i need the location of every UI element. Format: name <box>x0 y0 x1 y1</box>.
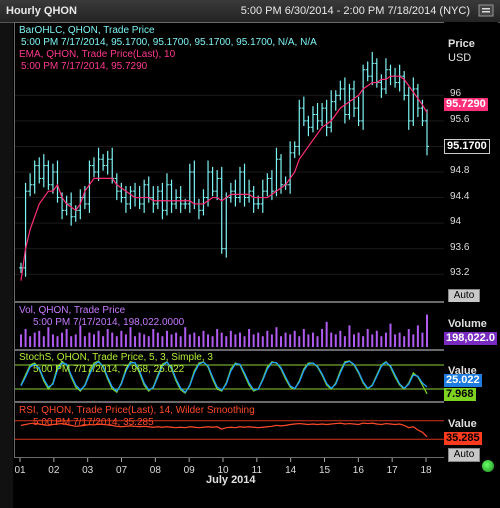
legend-rsi-values: 5:00 PM 7/17/2014, 35.285 <box>33 417 154 428</box>
ema-value-tag: 95.7290 <box>444 98 488 111</box>
price-tick-label: 94.4 <box>450 190 470 202</box>
price-axis-title: Price <box>448 38 475 50</box>
price-legend: BarOHLC, QHON, Trade Price 5:00 PM 7/17/… <box>19 25 317 73</box>
price-auto-button[interactable]: Auto <box>448 289 480 303</box>
volume-pane[interactable]: Vol, QHON, Trade Price 5:00 PM 7/17/2014… <box>14 302 446 350</box>
stoch-pane[interactable]: StochS, QHON, Trade Price, 5, 3, Simple,… <box>14 350 446 402</box>
month-label: July 2014 <box>206 474 256 486</box>
x-tick-label: 14 <box>285 465 297 476</box>
x-tick-label: 16 <box>353 465 365 476</box>
last-price-tag: 95.1700 <box>444 139 490 154</box>
status-indicator <box>482 460 494 472</box>
legend-vol-values: 5:00 PM 7/17/2014, 198,022.0000 <box>33 317 185 328</box>
price-tick-label: 93.6 <box>450 241 470 253</box>
legend-ema-title: EMA, QHON, Trade Price(Last), 10 <box>19 49 176 60</box>
price-axis[interactable]: Price USD 9695.695.294.894.49493.693.2 9… <box>444 22 498 303</box>
price-tick-label: 95.6 <box>450 113 470 125</box>
x-tick-label: 01 <box>14 465 26 476</box>
volume-value-tag: 198,022.0 <box>444 332 497 345</box>
volume-axis[interactable]: Volume 198,022.0 <box>444 302 498 350</box>
stoch-k-tag: 7.968 <box>444 388 476 401</box>
legend-ohlc-values: 5:00 PM 7/17/2014, 95.1700, 95.1700, 95.… <box>21 37 317 48</box>
x-tick-label: 17 <box>387 465 399 476</box>
x-tick-label: 02 <box>48 465 60 476</box>
legend-stoch-values: 5:00 PM 7/17/2014, 7.968, 25.022 <box>33 364 185 375</box>
menu-icon[interactable] <box>478 4 494 17</box>
window-title: Hourly QHON <box>6 5 77 17</box>
rsi-value-tag: 35.285 <box>444 432 482 445</box>
price-tick-label: 94.8 <box>450 165 470 176</box>
price-pane[interactable]: BarOHLC, QHON, Trade Price 5:00 PM 7/17/… <box>14 22 446 302</box>
x-tick-label: 08 <box>150 465 162 476</box>
legend-ohlc-title: BarOHLC, QHON, Trade Price <box>19 25 155 36</box>
legend-rsi-title: RSI, QHON, Trade Price(Last), 14, Wilder… <box>19 405 255 416</box>
x-tick-label: 18 <box>420 465 432 476</box>
x-tick-label: 07 <box>116 465 128 476</box>
legend-vol-title: Vol, QHON, Trade Price <box>19 305 126 316</box>
rsi-axis-title: Value <box>448 418 477 430</box>
price-tick-label: 93.2 <box>450 267 470 279</box>
stoch-legend: StochS, QHON, Trade Price, 5, 3, Simple,… <box>19 352 213 376</box>
x-tick-label: 09 <box>184 465 196 476</box>
volume-axis-title: Volume <box>448 318 487 330</box>
ema-line <box>20 75 428 281</box>
date-range: 5:00 PM 6/30/2014 - 2:00 PM 7/18/2014 (N… <box>240 5 470 17</box>
rsi-axis[interactable]: Value 35.285 Auto <box>444 402 498 462</box>
price-axis-unit: USD <box>448 52 472 64</box>
title-bar: Hourly QHON 5:00 PM 6/30/2014 - 2:00 PM … <box>0 0 500 23</box>
stoch-d-tag: 25.022 <box>444 374 482 387</box>
price-tick-label: 94 <box>450 216 462 228</box>
stoch-axis[interactable]: Value 25.022 7.968 <box>444 350 498 402</box>
x-tick-label: 03 <box>82 465 94 476</box>
legend-ema-values: 5:00 PM 7/17/2014, 95.7290 <box>21 61 148 72</box>
rsi-legend: RSI, QHON, Trade Price(Last), 14, Wilder… <box>19 405 255 429</box>
rsi-pane[interactable]: RSI, QHON, Trade Price(Last), 14, Wilder… <box>14 402 446 458</box>
volume-legend: Vol, QHON, Trade Price 5:00 PM 7/17/2014… <box>19 305 184 329</box>
left-gutter <box>0 22 13 508</box>
legend-stoch-title: StochS, QHON, Trade Price, 5, 3, Simple,… <box>19 352 213 363</box>
x-tick-label: 15 <box>319 465 331 476</box>
